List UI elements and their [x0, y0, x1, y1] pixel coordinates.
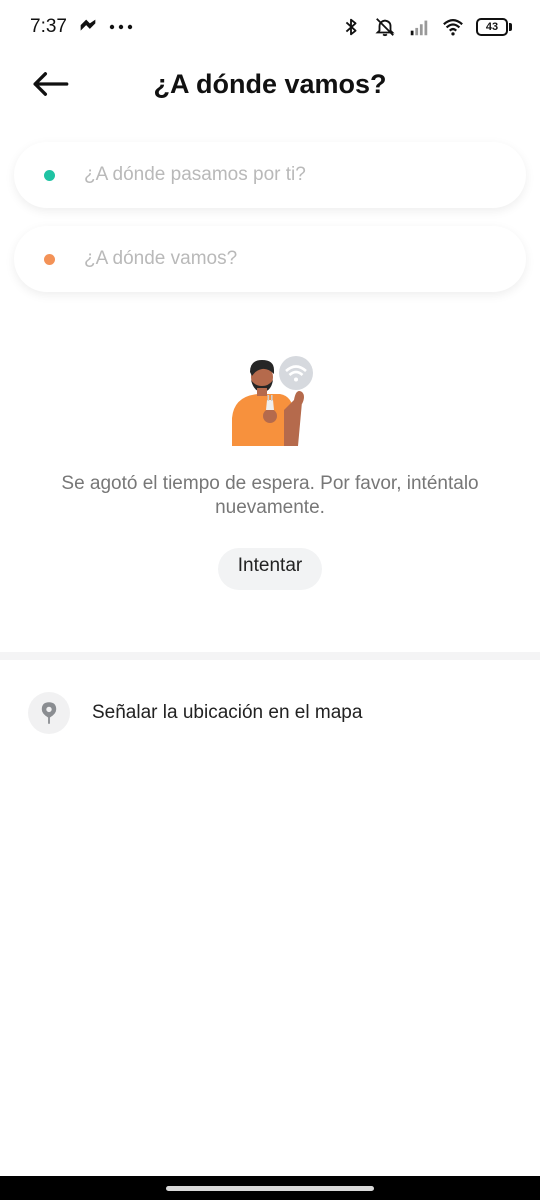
retry-button[interactable]: Intentar: [218, 548, 322, 590]
map-pin-icon: [41, 702, 57, 724]
muted-bell-icon: [375, 18, 395, 37]
battery-tip: [509, 23, 512, 31]
error-message: Se agotó el tiempo de espera. Por favor,…: [61, 473, 479, 518]
battery-level: 43: [476, 18, 508, 36]
destination-dot-icon: [44, 253, 55, 265]
back-arrow-icon: [33, 72, 69, 96]
bluetooth-icon: [345, 18, 357, 36]
app-notification-icon: [80, 19, 96, 31]
status-bar: 7:37 43: [0, 0, 540, 54]
map-option-label: Señalar la ubicación en el mapa: [92, 702, 363, 723]
map-location-option[interactable]: Señalar la ubicación en el mapa: [0, 688, 540, 738]
pickup-input[interactable]: [84, 164, 464, 186]
destination-field[interactable]: [14, 226, 526, 292]
status-right: 43: [340, 16, 512, 38]
pickup-dot-icon: [44, 169, 55, 181]
section-divider: [0, 652, 540, 660]
navigation-bar: [0, 1176, 540, 1200]
map-pin-icon-wrap: [28, 692, 70, 734]
more-dots-icon: [109, 24, 133, 30]
header: ¿A dónde vamos?: [0, 54, 540, 114]
destination-input[interactable]: [84, 248, 464, 270]
back-button[interactable]: [26, 62, 74, 106]
page-title: ¿A dónde vamos?: [153, 68, 387, 99]
pickup-field[interactable]: [14, 142, 526, 208]
home-indicator[interactable]: [166, 1185, 374, 1191]
no-connection-illustration: [232, 356, 313, 446]
status-time: 7:37: [30, 16, 67, 37]
status-left: 7:37: [30, 16, 133, 38]
signal-icon: [410, 20, 428, 36]
battery-icon: 43: [476, 18, 512, 36]
wifi-icon: [443, 19, 463, 36]
